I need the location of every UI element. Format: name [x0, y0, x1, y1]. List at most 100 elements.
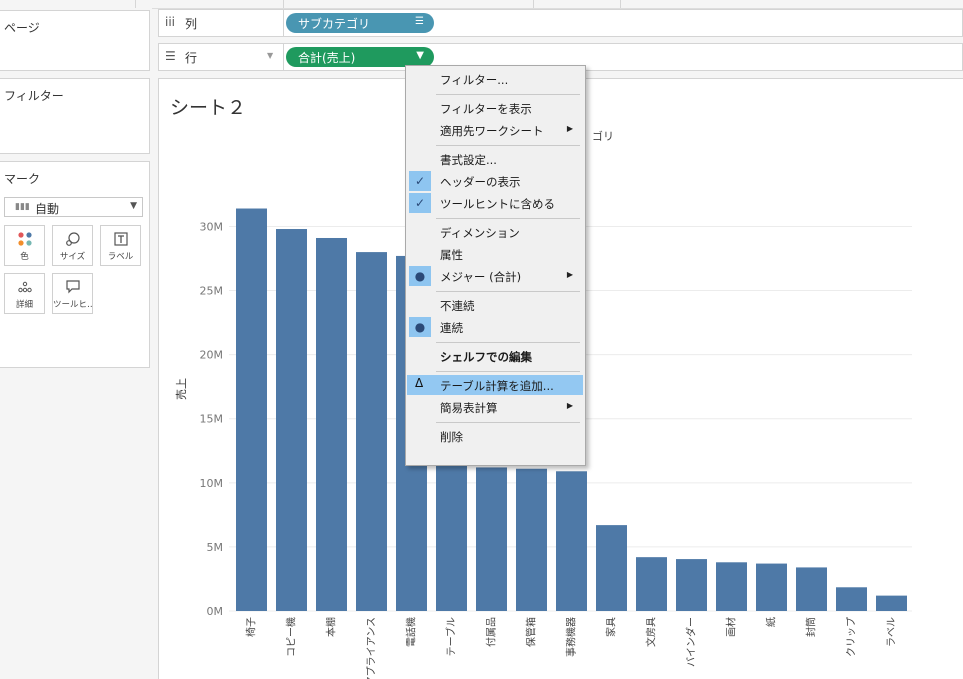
x-tick-label: 本棚: [325, 617, 338, 637]
columns-icon: iii: [165, 15, 176, 29]
bar[interactable]: [716, 562, 747, 611]
x-tick-label: クリップ: [846, 617, 858, 657]
menu-item[interactable]: 不連続: [407, 295, 583, 315]
menu-item[interactable]: シェルフでの編集: [407, 346, 583, 366]
marks-detail-label: 詳細: [15, 300, 33, 310]
marks-tooltip-button[interactable]: ツールヒ…: [52, 273, 93, 314]
marks-size-button[interactable]: サイズ: [52, 225, 93, 266]
menu-item-label: テーブル計算を追加...: [440, 379, 554, 393]
y-tick-label: 30M: [200, 220, 224, 233]
x-tick-label: バインダー: [685, 617, 698, 667]
menu-item[interactable]: ✓ ヘッダーの表示: [407, 171, 583, 191]
y-axis-title: 売上: [175, 378, 188, 400]
marks-color-button[interactable]: 色: [4, 225, 45, 266]
columns-shelf-header: iii 列: [159, 10, 284, 36]
marks-label-button[interactable]: ラベル: [100, 225, 141, 266]
menu-item[interactable]: フィルター...: [407, 69, 583, 89]
menu-item[interactable]: ✓ ツールヒントに含める: [407, 193, 583, 213]
menu-separator: [436, 371, 580, 372]
menu-item-label: ツールヒントに含める: [440, 197, 555, 211]
y-tick-label: 0M: [207, 605, 224, 618]
bar[interactable]: [356, 252, 387, 611]
columns-shelf[interactable]: iii 列 サブカテゴリ ☰: [158, 9, 963, 37]
menu-item[interactable]: ディメンション: [407, 222, 583, 242]
size-icon: [53, 231, 92, 247]
bar[interactable]: [476, 467, 507, 611]
bar-chart-icon: ▮▮▮: [15, 202, 30, 212]
x-tick-label: 付属品: [485, 617, 498, 647]
marks-size-label: サイズ: [59, 252, 86, 262]
subcategory-pill[interactable]: サブカテゴリ ☰: [286, 13, 434, 33]
pill-context-menu: フィルター... フィルターを表示 適用先ワークシート ▶ 書式設定... ✓ ヘッダーの表…: [405, 65, 586, 466]
pill-dropdown-icon[interactable]: ▼: [416, 50, 424, 61]
checkmark-icon: ✓: [409, 171, 431, 191]
radio-dot-icon: ●: [409, 317, 431, 337]
bar[interactable]: [876, 595, 907, 611]
bar[interactable]: [796, 567, 827, 611]
label-icon: [101, 231, 140, 247]
menu-separator: [436, 342, 580, 343]
menu-item[interactable]: ● 連続: [407, 317, 583, 337]
bar[interactable]: [516, 468, 547, 611]
menu-item[interactable]: 書式設定...: [407, 149, 583, 169]
rows-shelf-header: ☰ 行 ▼: [159, 44, 284, 70]
bar[interactable]: [636, 557, 667, 611]
menu-item-label: 削除: [440, 430, 463, 444]
x-tick-label: 紙: [765, 617, 778, 627]
sort-icon[interactable]: ☰: [415, 16, 424, 27]
marks-detail-button[interactable]: 詳細: [4, 273, 45, 314]
bar[interactable]: [556, 471, 587, 611]
menu-item-label: 書式設定...: [440, 153, 497, 167]
sales-sum-pill[interactable]: 合計(売上) ▼: [286, 47, 434, 67]
x-tick-label: テーブル: [445, 617, 458, 656]
bar[interactable]: [676, 559, 707, 611]
x-tick-label: アプライアンス: [366, 617, 378, 679]
left-panel: ページ フィルター マーク ▮▮▮ 自動 ▼ 色 サイズ ラベル 詳細 ツールヒ…: [0, 8, 152, 679]
x-tick-label: コピー機: [285, 617, 298, 657]
menu-separator: [436, 145, 580, 146]
x-tick-label: 椅子: [245, 617, 258, 637]
subcategory-pill-label: サブカテゴリ: [298, 17, 371, 31]
x-tick-label: 画材: [725, 617, 738, 637]
bar[interactable]: [596, 525, 627, 611]
menu-item[interactable]: 属性: [407, 244, 583, 264]
menu-item-label: 不連続: [440, 299, 475, 313]
y-tick-label: 20M: [200, 349, 224, 362]
submenu-arrow-icon: ▶: [566, 270, 573, 279]
menu-item-label: フィルターを表示: [440, 102, 532, 116]
menu-separator: [436, 291, 580, 292]
marks-color-label: 色: [20, 252, 29, 262]
menu-item[interactable]: 削除: [407, 426, 583, 446]
filters-title: フィルター: [4, 89, 64, 103]
menu-item-label: 適用先ワークシート: [440, 124, 544, 138]
filters-card[interactable]: フィルター: [0, 78, 150, 154]
marks-title: マーク: [4, 172, 41, 186]
mark-type-dropdown[interactable]: ▮▮▮ 自動 ▼: [4, 197, 143, 217]
menu-item-label: ディメンション: [440, 226, 520, 240]
menu-item[interactable]: フィルターを表示: [407, 98, 583, 118]
bar[interactable]: [316, 237, 347, 611]
submenu-arrow-icon: ▶: [566, 401, 573, 410]
columns-shelf-name: 列: [185, 17, 198, 31]
color-dots-icon: [5, 231, 44, 247]
menu-item[interactable]: 簡易表計算 ▶: [407, 397, 583, 417]
bar[interactable]: [836, 587, 867, 611]
pages-title: ページ: [4, 21, 40, 35]
rows-shelf-dropdown-icon[interactable]: ▼: [267, 51, 273, 60]
rows-shelf-name: 行: [185, 51, 198, 65]
pages-card[interactable]: ページ: [0, 10, 150, 71]
bar[interactable]: [276, 229, 307, 611]
bar[interactable]: [236, 208, 267, 611]
menu-item-label: 連続: [440, 321, 463, 335]
menu-item[interactable]: ● メジャー (合計) ▶: [407, 266, 583, 286]
menu-item[interactable]: 適用先ワークシート ▶: [407, 120, 583, 140]
menu-separator: [436, 422, 580, 423]
submenu-arrow-icon: ▶: [566, 124, 573, 133]
menu-item-label: メジャー (合計): [440, 270, 522, 284]
x-tick-label: 保管箱: [525, 617, 538, 647]
menu-item[interactable]: Δ テーブル計算を追加...: [407, 375, 583, 395]
menu-separator: [436, 218, 580, 219]
marks-label-label: ラベル: [107, 252, 134, 262]
mark-type-value: 自動: [35, 202, 60, 216]
bar[interactable]: [756, 563, 787, 611]
